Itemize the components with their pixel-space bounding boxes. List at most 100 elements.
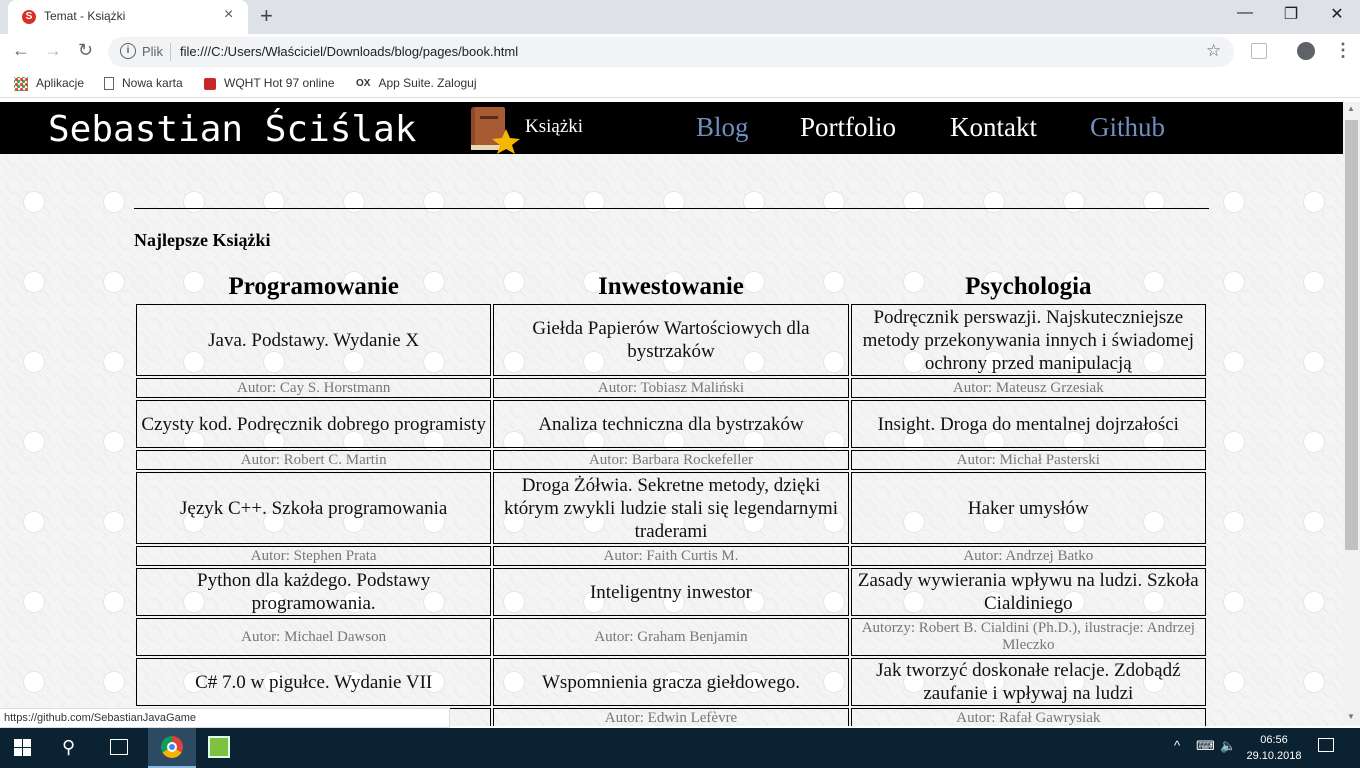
book-author-cell: Autor: Tobiasz Maliński [493, 378, 849, 398]
book-author-cell: Autor: Robert C. Martin [136, 450, 492, 470]
book-author-cell: Autor: Michael Dawson [136, 618, 492, 656]
forward-icon[interactable]: → [44, 40, 62, 61]
site-header: Sebastian Ściślak Książki Blog Portfolio… [0, 102, 1343, 154]
book-title-cell: Wspomnienia gracza giełdowego. [493, 658, 849, 706]
clock-time: 06:56 [1260, 734, 1288, 746]
book-author-cell: Autor: Andrzej Batko [850, 546, 1206, 566]
book-author-cell: Autor: Mateusz Grzesiak [850, 378, 1206, 398]
bookmarks-bar: Aplikacje Nowa karta WQHT Hot 97 online … [0, 70, 1360, 98]
volume-icon[interactable]: 🔈 [1220, 738, 1236, 754]
keyboard-icon[interactable]: ⌨ [1196, 738, 1215, 754]
books-table: Programowanie Inwestowanie Psychologia J… [134, 266, 1208, 726]
tab-strip: S Temat - Książki × + — ❐ ✕ [0, 0, 1360, 34]
current-page-label: Książki [525, 116, 584, 137]
close-window-button[interactable]: ✕ [1314, 4, 1360, 24]
task-view-icon[interactable] [110, 739, 128, 755]
radio-icon [204, 77, 216, 90]
book-author-cell: Autor: Graham Benjamin [493, 618, 849, 656]
bookmark-app-suite[interactable]: OX App Suite. Zaloguj [356, 76, 477, 90]
section-title: Najlepsze Książki [134, 230, 271, 250]
address-url[interactable]: file:///C:/Users/Właściciel/Downloads/bl… [180, 44, 518, 59]
windows-start-icon[interactable] [14, 739, 32, 757]
bookmark-star-icon[interactable]: ☆ [1206, 41, 1221, 61]
info-icon[interactable]: i [120, 43, 136, 59]
new-tab-button[interactable]: + [260, 3, 273, 29]
bookmark-new-tab[interactable]: Nowa karta [104, 76, 183, 91]
book-title-cell: Czysty kod. Podręcznik dobrego programis… [136, 400, 492, 448]
notepad-icon[interactable] [208, 736, 230, 758]
site-name[interactable]: Sebastian Ściślak [48, 109, 416, 150]
clock-date: 29.10.2018 [1246, 750, 1302, 762]
reload-icon[interactable]: ↻ [78, 40, 93, 61]
bookmark-label: Aplikacje [36, 76, 85, 90]
nav-blog-link[interactable]: Blog [696, 112, 749, 143]
bookmark-label: Nowa karta [122, 76, 183, 90]
address-scheme-label: Plik [142, 44, 163, 59]
book-title-cell: Python dla każdego. Podstawy programowan… [136, 568, 492, 616]
scroll-down-icon[interactable]: ▼ [1347, 712, 1355, 721]
scroll-thumb[interactable] [1345, 120, 1358, 550]
book-author-cell: Autor: Rafał Gawrysiak [850, 708, 1206, 726]
favicon-icon: S [22, 10, 36, 24]
extension-icon[interactable] [1251, 43, 1267, 59]
profile-icon[interactable] [1297, 42, 1315, 60]
minimize-button[interactable]: — [1222, 4, 1268, 22]
tray-expand-icon[interactable]: ^ [1174, 738, 1180, 753]
book-author-cell: Autor: Michał Pasterski [850, 450, 1206, 470]
book-title-cell: Haker umysłów [850, 472, 1206, 544]
clock[interactable]: 06:56 29.10.2018 [1246, 732, 1302, 764]
column-header: Programowanie [228, 273, 399, 300]
book-author-cell: Autorzy: Robert B. Cialdini (Ph.D.), ilu… [850, 618, 1206, 656]
book-title-cell: Zasady wywierania wpływu na ludzi. Szkoł… [850, 568, 1206, 616]
book-title-cell: Java. Podstawy. Wydanie X [136, 304, 492, 376]
book-author-cell: Autor: Stephen Prata [136, 546, 492, 566]
scroll-up-icon[interactable]: ▲ [1347, 104, 1355, 113]
address-divider [170, 43, 171, 61]
book-title-cell: Podręcznik perswazji. Najskuteczniejsze … [850, 304, 1206, 376]
book-title-cell: Jak tworzyć doskonałe relacje. Zdobądź z… [850, 658, 1206, 706]
book-title-cell: Droga Żółwia. Sekretne metody, dzięki kt… [493, 472, 849, 544]
bookmark-label: App Suite. Zaloguj [378, 76, 477, 90]
vertical-scrollbar[interactable]: ▲ ▼ [1343, 102, 1360, 726]
bookmark-apps[interactable]: Aplikacje [14, 76, 84, 91]
address-bar[interactable]: i Plik file:///C:/Users/Właściciel/Downl… [108, 37, 1234, 67]
table-header-row: Programowanie Inwestowanie Psychologia [136, 268, 1206, 302]
browser-toolbar: ← → ↻ i Plik file:///C:/Users/Właściciel… [0, 34, 1360, 70]
book-author-cell: Autor: Faith Curtis M. [493, 546, 849, 566]
search-icon[interactable]: ⚲ [62, 737, 75, 758]
book-title-cell: Język C++. Szkoła programowania [136, 472, 492, 544]
book-author-cell: Autor: Edwin Lefèvre [493, 708, 849, 726]
nav-kontakt-link[interactable]: Kontakt [950, 112, 1037, 143]
maximize-button[interactable]: ❐ [1268, 4, 1314, 24]
nav-portfolio-link[interactable]: Portfolio [800, 112, 896, 143]
book-title-row: Java. Podstawy. Wydanie X Giełda Papierów… [136, 304, 1206, 376]
back-icon[interactable]: ← [12, 40, 30, 61]
bookmark-wqht[interactable]: WQHT Hot 97 online [204, 76, 335, 90]
chrome-icon [161, 736, 183, 758]
divider [134, 208, 1209, 209]
tab-close-icon[interactable]: × [224, 6, 233, 24]
books-table-body: Java. Podstawy. Wydanie X Giełda Papierów… [136, 304, 1206, 726]
menu-icon[interactable]: ⋮ [1334, 40, 1352, 61]
link-status-bar: https://github.com/SebastianJavaGame [0, 708, 450, 728]
notifications-icon[interactable] [1318, 738, 1334, 752]
book-star-icon [471, 107, 520, 154]
apps-grid-icon [14, 76, 28, 91]
taskbar: ⚲ ^ ⌨ 🔈 06:56 29.10.2018 [0, 728, 1360, 768]
book-author-cell: Autor: Cay S. Horstmann [136, 378, 492, 398]
nav-github-link[interactable]: Github [1090, 112, 1165, 143]
book-title-cell: Giełda Papierów Wartościowych dla bystrz… [493, 304, 849, 376]
taskbar-chrome-button[interactable] [148, 728, 196, 768]
bookmark-label: WQHT Hot 97 online [224, 76, 335, 90]
browser-tab[interactable]: S Temat - Książki × [8, 0, 248, 34]
book-author-row: Autor: Michael Dawson Autor: Graham Benja… [136, 618, 1206, 656]
book-title-row: Python dla każdego. Podstawy programowan… [136, 568, 1206, 616]
page-icon [104, 77, 114, 91]
book-title-cell: Insight. Droga do mentalnej dojrzałości [850, 400, 1206, 448]
book-author-row: Autor: Cay S. Horstmann Autor: Tobiasz Ma… [136, 378, 1206, 398]
book-title-row: C# 7.0 w pigułce. Wydanie VII Wspomnienia… [136, 658, 1206, 706]
book-title-cell: Inteligentny inwestor [493, 568, 849, 616]
book-title-cell: C# 7.0 w pigułce. Wydanie VII [136, 658, 492, 706]
tab-title: Temat - Książki [44, 9, 126, 23]
column-header: Inwestowanie [598, 273, 744, 300]
